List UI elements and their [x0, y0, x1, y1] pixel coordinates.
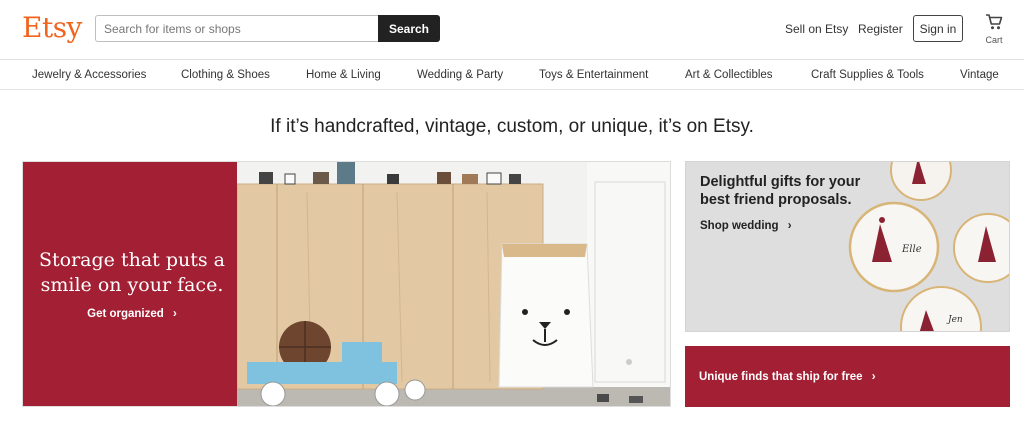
category-wedding-party[interactable]: Wedding & Party [417, 69, 503, 81]
category-art-collectibles[interactable]: Art & Collectibles [685, 69, 773, 81]
search-button[interactable]: Search [378, 15, 440, 42]
category-jewelry-accessories[interactable]: Jewelry & Accessories [32, 69, 146, 81]
ring-dish-photo: Elle Jen [848, 162, 1009, 331]
sign-in-button[interactable]: Sign in [913, 15, 963, 42]
gift-banner[interactable]: Delightful gifts for your best friend pr… [685, 161, 1010, 332]
sell-on-etsy-link[interactable]: Sell on Etsy [785, 22, 848, 36]
hero-title: Storage that puts a smile on your face. [39, 249, 225, 296]
cart-label: Cart [985, 35, 1003, 45]
hero-text-panel: Storage that puts a smile on your face. … [23, 162, 237, 406]
hero-cta-label: Get organized [87, 308, 164, 320]
category-toys-entertainment[interactable]: Toys & Entertainment [539, 69, 648, 81]
category-home-living[interactable]: Home & Living [306, 69, 381, 81]
hero-banner[interactable]: Storage that puts a smile on your face. … [22, 161, 671, 407]
free-shipping-label: Unique finds that ship for free [699, 371, 863, 383]
register-link[interactable]: Register [858, 22, 903, 36]
storage-photo [237, 162, 670, 406]
free-shipping-link[interactable]: Unique finds that ship for free › [699, 371, 876, 383]
chevron-right-icon: › [173, 308, 177, 320]
category-craft-supplies-tools[interactable]: Craft Supplies & Tools [811, 69, 924, 81]
shop-wedding-link[interactable]: Shop wedding › [700, 220, 792, 232]
plate-name-jen: Jen [946, 315, 963, 325]
category-clothing-shoes[interactable]: Clothing & Shoes [181, 69, 270, 81]
site-header: Etsy Search Sell on Etsy Register Sign i… [0, 0, 1024, 60]
shop-wedding-label: Shop wedding [700, 220, 779, 232]
get-organized-link[interactable]: Get organized › [37, 308, 227, 320]
cart-icon [986, 14, 1003, 30]
plate-name-elle: Elle [901, 244, 922, 255]
category-nav: Jewelry & Accessories Clothing & Shoes H… [0, 61, 1024, 90]
chevron-right-icon: › [787, 220, 792, 232]
page-tagline: If it’s handcrafted, vintage, custom, or… [270, 116, 754, 137]
etsy-logo[interactable]: Etsy [22, 11, 82, 44]
search-bar: Search [95, 15, 440, 42]
free-shipping-banner[interactable]: Unique finds that ship for free › [685, 346, 1010, 407]
chevron-right-icon: › [871, 371, 876, 383]
search-input[interactable] [95, 15, 380, 42]
category-vintage[interactable]: Vintage [960, 69, 999, 81]
cart-button[interactable]: Cart [980, 13, 1008, 47]
